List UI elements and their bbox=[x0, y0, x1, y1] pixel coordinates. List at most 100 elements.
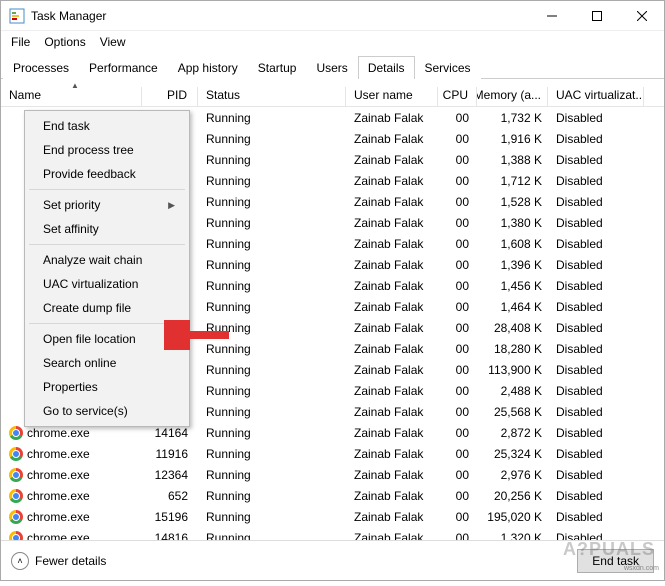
process-name: chrome.exe bbox=[27, 426, 90, 440]
cell-status: Running bbox=[198, 279, 346, 293]
menu-set-affinity-label: Set affinity bbox=[43, 222, 99, 236]
cell-name: chrome.exe bbox=[1, 468, 142, 482]
cell-uac: Disabled bbox=[548, 153, 644, 167]
cell-cpu: 00 bbox=[438, 384, 477, 398]
table-row[interactable]: chrome.exe15196RunningZainab Falak00195,… bbox=[1, 506, 664, 527]
col-header-memory[interactable]: Memory (a... bbox=[477, 87, 548, 106]
chrome-icon bbox=[9, 426, 23, 440]
menu-provide-feedback[interactable]: Provide feedback bbox=[27, 162, 187, 186]
menu-search-online-label: Search online bbox=[43, 356, 116, 370]
cell-user: Zainab Falak bbox=[346, 447, 438, 461]
cell-cpu: 00 bbox=[438, 342, 477, 356]
tab-processes[interactable]: Processes bbox=[3, 56, 79, 79]
col-header-cpu[interactable]: CPU bbox=[438, 87, 477, 106]
cell-uac: Disabled bbox=[548, 321, 644, 335]
menu-set-priority[interactable]: Set priority▶ bbox=[27, 193, 187, 217]
cell-user: Zainab Falak bbox=[346, 510, 438, 524]
window-title: Task Manager bbox=[31, 9, 529, 23]
menu-go-to-services[interactable]: Go to service(s) bbox=[27, 399, 187, 423]
cell-user: Zainab Falak bbox=[346, 216, 438, 230]
cell-pid: 12364 bbox=[142, 468, 198, 482]
menu-properties[interactable]: Properties bbox=[27, 375, 187, 399]
menu-end-task[interactable]: End task bbox=[27, 114, 187, 138]
cell-name: chrome.exe bbox=[1, 510, 142, 524]
tab-services[interactable]: Services bbox=[415, 56, 481, 79]
watermark-brand: A?PUALS bbox=[563, 539, 655, 560]
menu-set-affinity[interactable]: Set affinity bbox=[27, 217, 187, 241]
col-header-user[interactable]: User name bbox=[346, 87, 438, 106]
cell-status: Running bbox=[198, 132, 346, 146]
fewer-details-button[interactable]: ˄ Fewer details bbox=[11, 552, 569, 570]
col-header-status[interactable]: Status bbox=[198, 87, 346, 106]
minimize-button[interactable] bbox=[529, 1, 574, 31]
cell-status: Running bbox=[198, 426, 346, 440]
app-icon bbox=[9, 8, 25, 24]
tab-details[interactable]: Details bbox=[358, 56, 415, 79]
menu-end-process-tree[interactable]: End process tree bbox=[27, 138, 187, 162]
cell-cpu: 00 bbox=[438, 531, 477, 541]
tab-users[interactable]: Users bbox=[306, 56, 357, 79]
cell-user: Zainab Falak bbox=[346, 132, 438, 146]
cell-cpu: 00 bbox=[438, 132, 477, 146]
menu-analyze-wait-chain[interactable]: Analyze wait chain bbox=[27, 248, 187, 272]
cell-status: Running bbox=[198, 405, 346, 419]
cell-user: Zainab Falak bbox=[346, 321, 438, 335]
menu-uac-virtualization[interactable]: UAC virtualization bbox=[27, 272, 187, 296]
tab-app-history[interactable]: App history bbox=[168, 56, 248, 79]
cell-pid: 14164 bbox=[142, 426, 198, 440]
cell-uac: Disabled bbox=[548, 510, 644, 524]
cell-user: Zainab Falak bbox=[346, 489, 438, 503]
menu-view[interactable]: View bbox=[100, 35, 126, 49]
cell-status: Running bbox=[198, 363, 346, 377]
watermark-site: wsxdn.com bbox=[624, 565, 659, 572]
cell-status: Running bbox=[198, 174, 346, 188]
cell-status: Running bbox=[198, 300, 346, 314]
menu-open-file-location[interactable]: Open file location bbox=[27, 327, 187, 351]
menu-separator bbox=[29, 189, 185, 190]
cell-uac: Disabled bbox=[548, 258, 644, 272]
cell-user: Zainab Falak bbox=[346, 153, 438, 167]
cell-uac: Disabled bbox=[548, 342, 644, 356]
col-header-uac[interactable]: UAC virtualizat... bbox=[548, 87, 644, 106]
tab-startup[interactable]: Startup bbox=[248, 56, 307, 79]
cell-status: Running bbox=[198, 384, 346, 398]
process-name: chrome.exe bbox=[27, 447, 90, 461]
tab-bar: Processes Performance App history Startu… bbox=[1, 55, 664, 79]
cell-memory: 25,568 K bbox=[477, 405, 548, 419]
menu-options[interactable]: Options bbox=[44, 35, 85, 49]
menu-create-dump-file[interactable]: Create dump file bbox=[27, 296, 187, 320]
cell-status: Running bbox=[198, 258, 346, 272]
menu-search-online[interactable]: Search online bbox=[27, 351, 187, 375]
cell-uac: Disabled bbox=[548, 174, 644, 188]
cell-uac: Disabled bbox=[548, 405, 644, 419]
cell-uac: Disabled bbox=[548, 426, 644, 440]
fewer-details-label: Fewer details bbox=[35, 554, 106, 568]
chrome-icon bbox=[9, 447, 23, 461]
sort-indicator-icon: ▲ bbox=[71, 81, 79, 90]
cell-name: chrome.exe bbox=[1, 426, 142, 440]
cell-cpu: 00 bbox=[438, 237, 477, 251]
cell-cpu: 00 bbox=[438, 405, 477, 419]
menu-go-to-services-label: Go to service(s) bbox=[43, 404, 128, 418]
cell-user: Zainab Falak bbox=[346, 237, 438, 251]
tab-performance[interactable]: Performance bbox=[79, 56, 168, 79]
menu-file[interactable]: File bbox=[11, 35, 30, 49]
cell-name: chrome.exe bbox=[1, 447, 142, 461]
maximize-button[interactable] bbox=[574, 1, 619, 31]
cell-uac: Disabled bbox=[548, 111, 644, 125]
annotation-arrow-icon bbox=[164, 320, 234, 350]
cell-cpu: 00 bbox=[438, 321, 477, 335]
table-row[interactable]: chrome.exe11916RunningZainab Falak0025,3… bbox=[1, 443, 664, 464]
menubar: File Options View bbox=[1, 31, 664, 53]
cell-cpu: 00 bbox=[438, 174, 477, 188]
table-row[interactable]: chrome.exe12364RunningZainab Falak002,97… bbox=[1, 464, 664, 485]
close-button[interactable] bbox=[619, 1, 664, 31]
titlebar: Task Manager bbox=[1, 1, 664, 31]
cell-memory: 195,020 K bbox=[477, 510, 548, 524]
cell-user: Zainab Falak bbox=[346, 363, 438, 377]
col-header-pid[interactable]: PID bbox=[142, 87, 198, 106]
cell-memory: 1,608 K bbox=[477, 237, 548, 251]
table-row[interactable]: chrome.exe652RunningZainab Falak0020,256… bbox=[1, 485, 664, 506]
cell-pid: 652 bbox=[142, 489, 198, 503]
cell-cpu: 00 bbox=[438, 468, 477, 482]
